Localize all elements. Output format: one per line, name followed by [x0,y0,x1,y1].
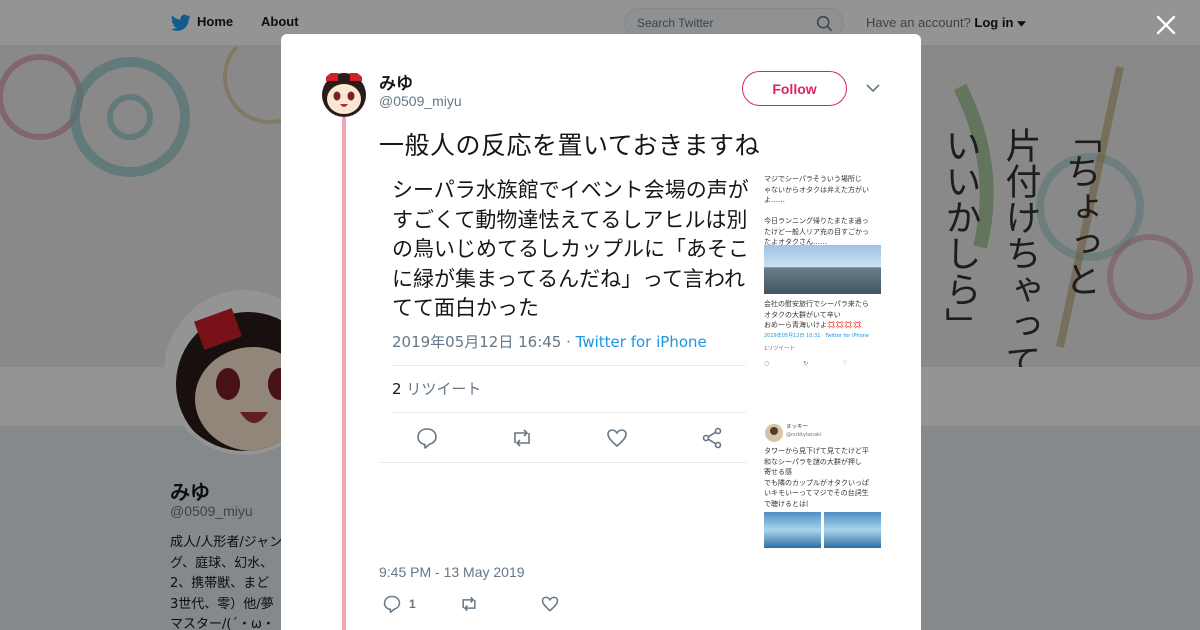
tweet-modal: みゆ @0509_miyu Follow 一般人の反応を置いておきますね シーパ… [281,34,921,630]
close-icon [1156,15,1176,35]
side-tweet-photo-2a [764,512,821,548]
screenshot-retweet-count: 2 [392,380,402,398]
screenshot-side-tweets: マジでシーパラそういう場所じ ゃないからオタクは弁えた方がい よ…… 今日ランニ… [762,172,883,550]
side-user-avatar [765,424,783,442]
screenshot-tweet-meta: 2019年05月12日 16:45 · Twitter for iPhone [392,333,707,351]
reply-icon[interactable] [382,594,402,614]
tweet-timestamp[interactable]: 9:45 PM - 13 May 2019 [379,564,525,580]
heart-icon [607,429,627,448]
side-user-handle: @nukkytanaki [786,432,822,438]
tweet-author-handle[interactable]: @0509_miyu [379,93,462,109]
reply-count: 1 [409,597,416,611]
side-tweet-actions: ○ ↻ ♡ ⇪ [764,360,882,367]
screenshot-main-tweet: シーパラ水族館でイベント会場の声がすごくて動物達怯えてるしアヒルは別の鳥いじめて… [379,172,749,502]
side-tweet-photo [764,245,881,294]
follow-button[interactable]: Follow [742,71,847,106]
side-tweet-retweets: 1リツイート [764,346,795,352]
side-tweet-photo-2b [824,512,881,548]
chevron-down-icon[interactable] [865,80,881,96]
share-icon [702,427,722,449]
tweet-author-avatar[interactable] [320,69,368,117]
tweet-text: 一般人の反応を置いておきますね [379,131,761,160]
side-user-name: ヌッキー [786,424,809,430]
divider [392,365,746,366]
screenshot-date: 2019年05月12日 16:45 [392,333,562,351]
retweet-icon [514,429,530,447]
screenshot-retweet-stat: 2 リツイート [392,378,481,399]
reply-icon [417,428,437,449]
divider [379,462,747,463]
heart-icon[interactable] [540,594,560,614]
screenshot-retweet-label: リツイート [406,380,482,398]
tweet-attached-image[interactable]: シーパラ水族館でイベント会場の声がすごくて動物達怯えてるしアヒルは別の鳥いじめて… [379,172,883,550]
divider [392,412,746,413]
close-modal-button[interactable] [1150,9,1182,41]
thread-line [342,116,346,630]
screenshot-tweet-text: シーパラ水族館でイベント会場の声がすごくて動物達怯えてるしアヒルは別の鳥いじめて… [392,178,749,320]
retweet-icon[interactable] [459,594,479,614]
side-tweet-text-1: マジでシーパラそういう場所じ ゃないからオタクは弁えた方がい よ…… 今日ランニ… [764,175,869,246]
tweet-author-name[interactable]: みゆ [379,69,413,94]
side-tweet-text-3: タワーから見下げて見てたけど平 和なシーパラを謎の大群が押し 寄せる感 でも隣の… [764,447,869,508]
screenshot-via: Twitter for iPhone [575,333,707,351]
side-tweet-text-2: 会社の慰安旅行でシーパラ来たら オタクの大群がいて辛い おめーら青海いけよ💢💢💢… [764,300,869,329]
side-tweet-date: 2019年05月12日 10:31 · Twitter for iPhone [764,333,869,339]
